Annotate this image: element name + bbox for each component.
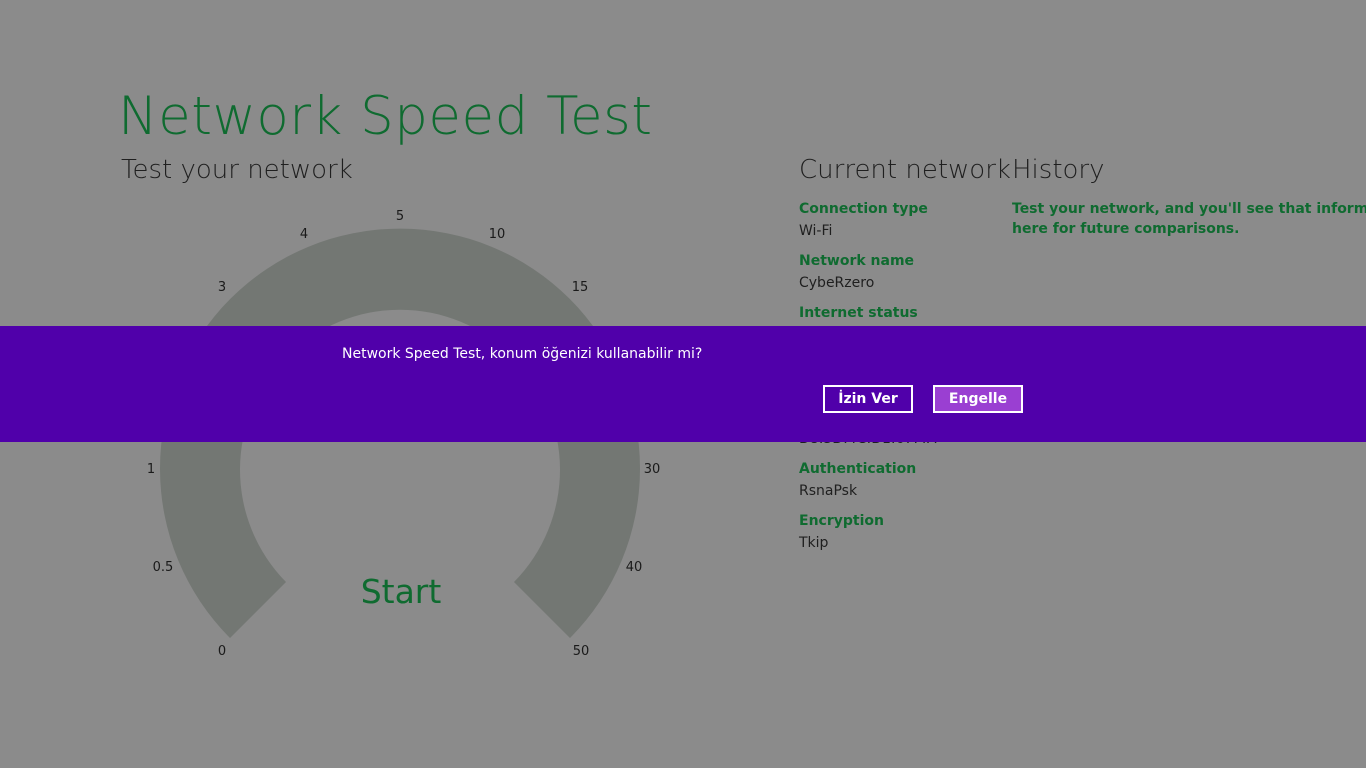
connection-type-label: Connection type <box>799 201 928 217</box>
gauge-tick-5: 5 <box>396 209 404 224</box>
gauge-tick-3: 3 <box>218 280 226 295</box>
gauge-tick-0: 0 <box>218 644 226 659</box>
history-empty-message: Test your network, and you'll see that i… <box>1012 199 1366 239</box>
gauge-tick-50: 50 <box>573 644 590 659</box>
gauge-tick-15: 15 <box>572 280 589 295</box>
gauge-tick-4: 4 <box>300 227 308 242</box>
location-permission-prompt: Network Speed Test, konum öğenizi kullan… <box>0 326 1366 442</box>
gauge-tick-0-5: 0.5 <box>153 560 174 575</box>
history-message-line-2: here for future comparisons. <box>1012 221 1240 237</box>
history-title: History <box>1012 155 1105 185</box>
gauge-tick-1: 1 <box>147 462 155 477</box>
block-button[interactable]: Engelle <box>933 385 1023 413</box>
network-name-label: Network name <box>799 253 915 269</box>
test-section-title: Test your network <box>121 155 353 185</box>
app-title: Network Speed Test <box>118 86 653 147</box>
internet-status-label: Internet status <box>799 305 918 321</box>
encryption-value: Tkip <box>799 535 829 551</box>
prompt-message: Network Speed Test, konum öğenizi kullan… <box>342 346 703 362</box>
start-button[interactable]: Start <box>346 572 456 622</box>
gauge-tick-40: 40 <box>626 560 643 575</box>
history-message-line-1: Test your network, and you'll see that i… <box>1012 201 1366 217</box>
allow-button[interactable]: İzin Ver <box>823 385 913 413</box>
gauge-tick-30: 30 <box>644 462 661 477</box>
network-name-value: CybeRzero <box>799 275 875 291</box>
encryption-label: Encryption <box>799 513 884 529</box>
connection-type-value: Wi-Fi <box>799 223 833 239</box>
authentication-label: Authentication <box>799 461 917 477</box>
authentication-value: RsnaPsk <box>799 483 858 499</box>
current-network-title: Current network <box>799 155 1011 185</box>
gauge-tick-10: 10 <box>489 227 506 242</box>
